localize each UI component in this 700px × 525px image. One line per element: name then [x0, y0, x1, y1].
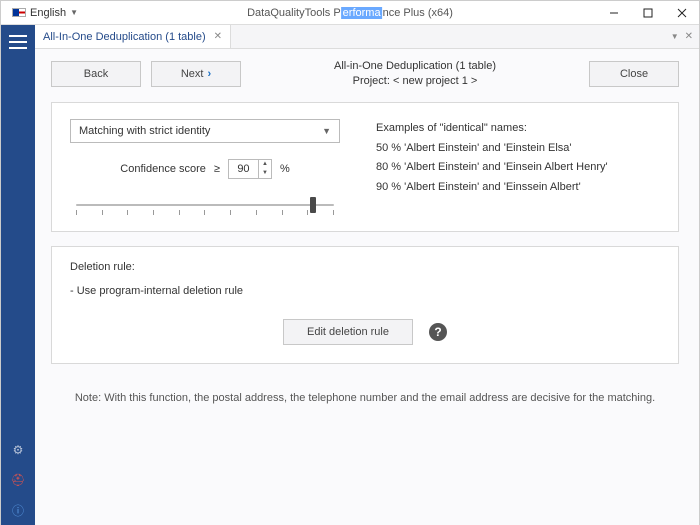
spin-up-icon[interactable]: ▲ — [259, 160, 271, 169]
window-title: DataQualityTools Performance Plus (x64) — [247, 7, 453, 19]
slider-thumb[interactable] — [310, 197, 316, 213]
content-area: Back Next› All-in-One Deduplication (1 t… — [35, 49, 699, 525]
example-row: 80 % 'Albert Einstein' and 'Einsein Albe… — [376, 158, 660, 178]
language-label: English — [30, 7, 66, 19]
tab-label: All-In-One Deduplication (1 table) — [43, 31, 206, 43]
help-icon[interactable]: ? — [429, 323, 447, 341]
back-button[interactable]: Back — [51, 61, 141, 87]
tab-deduplication[interactable]: All-In-One Deduplication (1 table) ✕ — [35, 25, 231, 48]
maximize-button[interactable] — [631, 1, 665, 24]
title-bar: English ▼ DataQualityTools Performance P… — [1, 1, 699, 25]
percent-symbol: % — [280, 163, 290, 175]
example-row: 50 % 'Albert Einstein' and 'Einstein Els… — [376, 139, 660, 159]
matching-mode-select[interactable]: Matching with strict identity ▼ — [70, 119, 340, 143]
examples-box: Examples of "identical" names: 50 % 'Alb… — [364, 119, 660, 215]
gear-icon[interactable]: ⚙ — [11, 443, 25, 457]
matching-mode-value: Matching with strict identity — [79, 125, 210, 137]
confidence-slider[interactable] — [70, 193, 340, 215]
minimize-button[interactable] — [597, 1, 631, 24]
page-title: All-in-One Deduplication (1 table) Proje… — [251, 59, 579, 90]
ge-symbol: ≥ — [214, 163, 220, 175]
deletion-panel: Deletion rule: - Use program-internal de… — [51, 246, 679, 364]
chevron-down-icon: ▼ — [70, 8, 78, 17]
edit-deletion-rule-button[interactable]: Edit deletion rule — [283, 319, 413, 345]
deletion-title: Deletion rule: — [70, 261, 660, 273]
confidence-spinner[interactable]: 90 ▲ ▼ — [228, 159, 272, 179]
spin-down-icon[interactable]: ▼ — [259, 169, 271, 178]
footer-note: Note: With this function, the postal add… — [51, 392, 679, 404]
chevron-down-icon[interactable]: ▼ — [671, 32, 679, 41]
examples-title: Examples of "identical" names: — [376, 119, 660, 139]
close-all-icon[interactable]: ✕ — [685, 31, 693, 42]
matching-panel: Matching with strict identity ▼ Confiden… — [51, 102, 679, 232]
tab-bar: All-In-One Deduplication (1 table) ✕ ▼ ✕ — [35, 25, 699, 49]
menu-icon[interactable] — [9, 35, 27, 49]
lifebuoy-icon[interactable]: ⛑ — [11, 473, 25, 487]
example-row: 90 % 'Albert Einstein' and 'Einssein Alb… — [376, 178, 660, 198]
close-button[interactable]: Close — [589, 61, 679, 87]
arrow-right-icon: › — [207, 68, 211, 80]
close-window-button[interactable] — [665, 1, 699, 24]
deletion-rule-text: - Use program-internal deletion rule — [70, 285, 660, 297]
next-button[interactable]: Next› — [151, 61, 241, 87]
info-icon[interactable]: ⓘ — [11, 503, 25, 517]
confidence-value: 90 — [229, 163, 258, 175]
flag-icon — [12, 8, 26, 17]
chevron-down-icon: ▼ — [322, 126, 331, 136]
window-buttons — [597, 1, 699, 24]
language-selector[interactable]: English ▼ — [5, 6, 85, 20]
confidence-label: Confidence score — [120, 163, 206, 175]
close-icon[interactable]: ✕ — [214, 31, 222, 42]
sidebar: ⚙ ⛑ ⓘ — [1, 25, 35, 525]
